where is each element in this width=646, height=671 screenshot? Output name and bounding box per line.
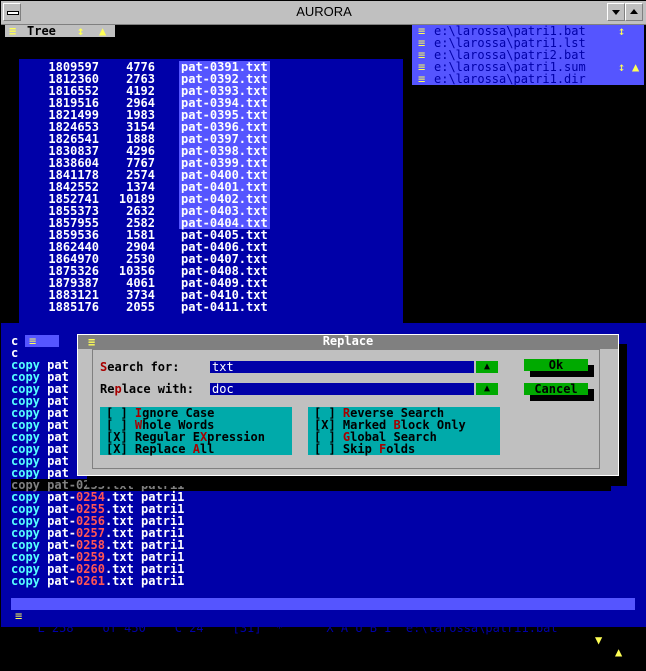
- tree-tab[interactable]: ≡ Tree ↕ ▲: [5, 25, 115, 37]
- status-bar: ≡ L 258 of 450 C 24 [31] * X A U B I e:\…: [11, 598, 635, 658]
- file-list-item[interactable]: ≡ e:\larossa\patri1.dir: [412, 73, 644, 85]
- editor-menu-icon[interactable]: ≡: [29, 335, 36, 347]
- resize-updown-icon[interactable]: ↕: [77, 25, 84, 37]
- option-label: ll: [199, 442, 215, 456]
- title-bar: AURORA: [1, 1, 646, 25]
- options-group-left: [ ] Ignore Case[ ] Whole Words [X] Regula…: [100, 407, 292, 455]
- option-label: Skip: [342, 442, 380, 456]
- window-title: AURORA: [296, 4, 352, 19]
- option-checkbox[interactable]: [X] Replace All: [106, 443, 214, 455]
- status-menu-icon[interactable]: ≡: [15, 610, 22, 622]
- checkbox-state: [X]: [106, 442, 135, 456]
- editor-line: copy pat-0261.txt patri1: [11, 575, 184, 587]
- search-input[interactable]: txt: [210, 361, 474, 373]
- maximize-button[interactable]: [625, 3, 643, 21]
- file-name[interactable]: pat-0411.txt: [179, 301, 270, 313]
- file-list-pane: ≡ e:\larossa\patri1.bat ↕ ≡ e:\larossa\patri…: [412, 25, 644, 85]
- replace-input[interactable]: doc: [210, 383, 474, 395]
- maximize-icon: [630, 9, 638, 14]
- replace-label: Replace with:: [100, 382, 194, 396]
- scroll-up-icon[interactable]: ▲: [615, 646, 622, 658]
- dropdown-arrow-icon: ▲: [483, 361, 491, 372]
- checkbox-state: [ ]: [314, 442, 343, 456]
- dialog-shadow-right: [619, 344, 627, 486]
- ok-button[interactable]: Ok: [524, 359, 588, 371]
- tree-list[interactable]: 1809597 4776 pat-0391.txt 1812360 2763 pat-03…: [19, 59, 403, 345]
- status-text: L 258 of 450 C 24 [31] * X A U B I e:\la…: [23, 621, 558, 635]
- dialog-menu-icon[interactable]: ≡: [88, 336, 95, 348]
- editor-tab[interactable]: ≡: [25, 335, 59, 347]
- cancel-button[interactable]: Cancel: [524, 383, 588, 395]
- arg-suffix: .txt patri1: [104, 574, 185, 588]
- search-label: Search for:: [100, 360, 180, 374]
- aurora-window: AURORA ≡ Tree ↕ ▲ 1809597 4776 pat-0391.tx…: [0, 0, 646, 658]
- resize-updown-icon[interactable]: ↕: [618, 25, 625, 37]
- arg-prefix: pat-: [47, 574, 77, 588]
- option-checkbox[interactable]: [ ] Skip Folds: [314, 443, 415, 455]
- dialog-title: Replace: [322, 334, 374, 348]
- arg-number: 0261: [76, 574, 105, 588]
- option-hotkey: A: [192, 442, 200, 456]
- replace-dialog: ≡ Replace Search for: txt ▲ Replace with…: [77, 334, 619, 476]
- option-label: Replace: [134, 442, 193, 456]
- size-a: 1885176: [48, 300, 99, 314]
- file-path: e:\larossa\patri1.dir: [434, 72, 586, 86]
- pane-menu-icon[interactable]: ≡: [9, 25, 16, 37]
- maximize-pane-icon[interactable]: ▲: [632, 61, 639, 73]
- size-b: 2055: [126, 300, 155, 314]
- scroll-down-icon[interactable]: ▼: [595, 634, 602, 646]
- dropdown-arrow-icon: ▲: [483, 383, 491, 394]
- minimize-button[interactable]: [607, 3, 625, 21]
- option-label: olds: [386, 442, 416, 456]
- minimize-icon: [612, 10, 620, 15]
- tree-pane: ≡ Tree ↕ ▲ 1809597 4776 pat-0391.txt 181236…: [1, 25, 405, 345]
- search-history-button[interactable]: ▲: [476, 361, 498, 373]
- options-group-right: [ ] Reverse Search [X] Marked Block Only[…: [308, 407, 500, 455]
- maximize-pane-icon[interactable]: ▲: [99, 25, 106, 37]
- resize-updown-icon[interactable]: ↕: [618, 61, 625, 73]
- tree-row[interactable]: 1885176 2055 pat-0411.txt: [19, 301, 403, 313]
- replace-history-button[interactable]: ▲: [476, 383, 498, 395]
- tree-tab-label: Tree: [27, 24, 56, 38]
- option-label: pression: [207, 430, 265, 444]
- dialog-shadow-bottom: [87, 476, 627, 486]
- item-menu-icon[interactable]: ≡: [418, 73, 425, 85]
- dialog-title-bar: ≡ Replace: [78, 335, 618, 349]
- command: copy: [11, 574, 48, 588]
